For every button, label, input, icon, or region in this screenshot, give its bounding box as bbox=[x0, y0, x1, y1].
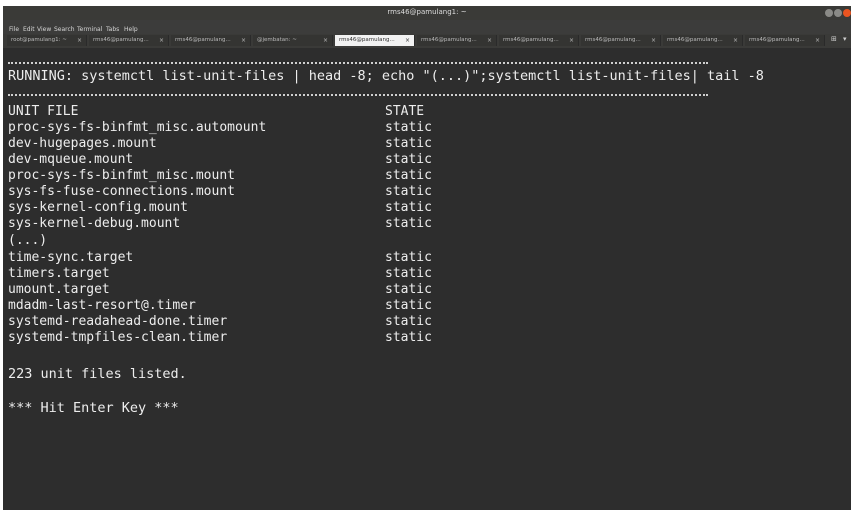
unit-state: static bbox=[385, 136, 432, 151]
unit-state: static bbox=[385, 314, 432, 329]
unit-name: dev-mqueue.mount bbox=[8, 152, 134, 167]
tab-label: rms46@pamulang... bbox=[503, 37, 559, 43]
tab-label: rms46@pamulang... bbox=[749, 37, 805, 43]
unit-name: time-sync.target bbox=[8, 250, 134, 265]
unit-state: static bbox=[385, 120, 432, 135]
unit-name: sys-kernel-config.mount bbox=[8, 200, 189, 215]
running-command-line: RUNNING: systemctl list-unit-files | hea… bbox=[8, 68, 764, 84]
separator-line bbox=[8, 62, 708, 64]
tab-close-icon[interactable]: × bbox=[241, 35, 246, 46]
unit-state: static bbox=[385, 152, 432, 167]
menu-tabs[interactable]: Tabs bbox=[106, 26, 119, 33]
menu-view[interactable]: View bbox=[37, 26, 51, 33]
unit-state: static bbox=[385, 250, 432, 265]
tab-4[interactable]: @jembatan: ~ × bbox=[253, 35, 333, 46]
unit-state: static bbox=[385, 330, 432, 345]
menu-terminal[interactable]: Terminal bbox=[77, 26, 102, 33]
tab-menu-chevron-down-icon[interactable]: ▾ bbox=[843, 35, 847, 43]
column-header-state: STATE bbox=[385, 104, 425, 119]
tab-close-icon[interactable]: × bbox=[569, 35, 574, 46]
tab-close-icon[interactable]: × bbox=[651, 35, 656, 46]
tab-close-icon[interactable]: × bbox=[159, 35, 164, 46]
unit-state: static bbox=[385, 200, 432, 215]
tab-close-icon[interactable]: × bbox=[405, 35, 410, 46]
unit-name: systemd-tmpfiles-clean.timer bbox=[8, 330, 228, 345]
tab-2[interactable]: rms46@pamulang... × bbox=[89, 35, 169, 46]
close-button[interactable] bbox=[843, 9, 851, 17]
window-title: rms46@pamulang1: ~ bbox=[387, 8, 467, 16]
tab-8[interactable]: rms46@pamulang... × bbox=[581, 35, 661, 46]
column-header-unit: UNIT FILE bbox=[8, 104, 79, 119]
tab-label: @jembatan: ~ bbox=[257, 37, 297, 43]
tab-label: rms46@pamulang... bbox=[667, 37, 723, 43]
tab-7[interactable]: rms46@pamulang... × bbox=[499, 35, 579, 46]
unit-name: sys-kernel-debug.mount bbox=[8, 216, 181, 231]
menu-file[interactable]: File bbox=[9, 26, 19, 33]
tab-9[interactable]: rms46@pamulang... × bbox=[663, 35, 743, 46]
menu-help[interactable]: Help bbox=[124, 26, 138, 33]
ellipsis-line: (...) bbox=[8, 233, 48, 248]
tab-label: root@pamulang1: ~ bbox=[11, 37, 67, 43]
tab-close-icon[interactable]: × bbox=[733, 35, 738, 46]
tab-5-active[interactable]: rms46@pamulang... × bbox=[335, 35, 415, 46]
unit-name: proc-sys-fs-binfmt_misc.mount bbox=[8, 168, 235, 183]
unit-state: static bbox=[385, 168, 432, 183]
unit-state: static bbox=[385, 282, 432, 297]
unit-name: umount.target bbox=[8, 282, 110, 297]
tab-close-icon[interactable]: × bbox=[487, 35, 492, 46]
tab-6[interactable]: rms46@pamulang... × bbox=[417, 35, 497, 46]
unit-state: static bbox=[385, 298, 432, 313]
tab-label: rms46@pamulang... bbox=[421, 37, 477, 43]
tab-close-icon[interactable]: × bbox=[815, 35, 820, 46]
tab-3[interactable]: rms46@pamulang... × bbox=[171, 35, 251, 46]
new-tab-icon[interactable]: ⊞ bbox=[831, 35, 837, 43]
terminal-window: rms46@pamulang1: ~ File Edit View Search… bbox=[3, 6, 851, 510]
menu-bar: File Edit View Search Terminal Tabs Help bbox=[3, 20, 851, 34]
summary-line: 223 unit files listed. bbox=[8, 366, 187, 382]
tab-label: rms46@pamulang... bbox=[585, 37, 641, 43]
unit-name: proc-sys-fs-binfmt_misc.automount bbox=[8, 120, 267, 135]
unit-state: static bbox=[385, 216, 432, 231]
tab-close-icon[interactable]: × bbox=[77, 35, 82, 46]
tab-1[interactable]: root@pamulang1: ~ × bbox=[7, 35, 87, 46]
enter-key-prompt: *** Hit Enter Key *** bbox=[8, 400, 179, 416]
tab-label: rms46@pamulang... bbox=[175, 37, 231, 43]
minimize-button[interactable] bbox=[825, 9, 833, 17]
tab-bar: root@pamulang1: ~ × rms46@pamulang... × rm… bbox=[3, 34, 851, 48]
unit-state: static bbox=[385, 184, 432, 199]
maximize-button[interactable] bbox=[834, 9, 842, 17]
unit-name: systemd-readahead-done.timer bbox=[8, 314, 228, 329]
menu-search[interactable]: Search bbox=[54, 26, 75, 33]
tab-label: rms46@pamulang... bbox=[339, 37, 395, 43]
tab-close-icon[interactable]: × bbox=[323, 35, 328, 46]
menu-edit[interactable]: Edit bbox=[23, 26, 35, 33]
unit-name: dev-hugepages.mount bbox=[8, 136, 157, 151]
unit-name: sys-fs-fuse-connections.mount bbox=[8, 184, 235, 199]
tab-10[interactable]: rms46@pamulang... × bbox=[745, 35, 825, 46]
unit-name: timers.target bbox=[8, 266, 110, 281]
title-bar: rms46@pamulang1: ~ bbox=[3, 6, 851, 20]
unit-state: static bbox=[385, 266, 432, 281]
separator-line bbox=[8, 94, 708, 96]
terminal-area[interactable]: RUNNING: systemctl list-unit-files | hea… bbox=[3, 48, 851, 510]
tab-label: rms46@pamulang... bbox=[93, 37, 149, 43]
unit-name: mdadm-last-resort@.timer bbox=[8, 298, 196, 313]
